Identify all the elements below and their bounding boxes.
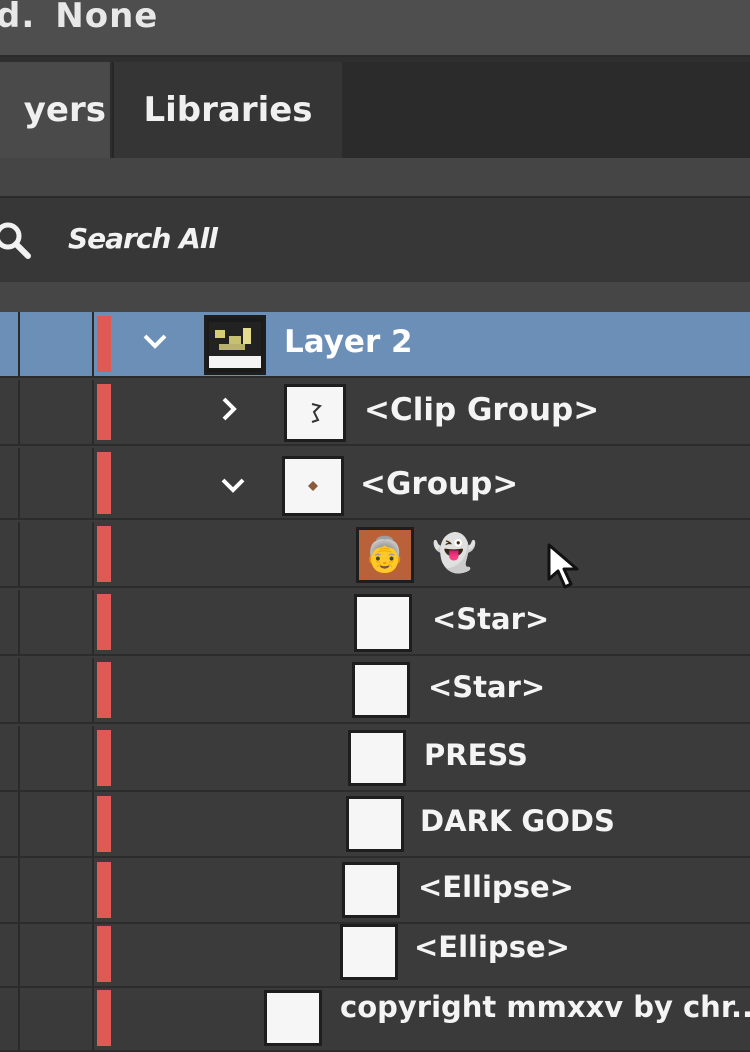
layer-thumbnail — [352, 662, 410, 718]
visibility-toggle[interactable] — [0, 448, 20, 518]
visibility-toggle[interactable] — [0, 590, 20, 654]
diamond-icon — [308, 481, 318, 491]
visibility-toggle[interactable] — [0, 792, 20, 856]
layer-color-bar — [97, 384, 111, 440]
lock-toggle[interactable] — [22, 658, 94, 722]
lock-toggle[interactable] — [22, 792, 94, 856]
visibility-toggle[interactable] — [0, 312, 20, 376]
layer-thumbnail — [282, 456, 344, 516]
layer-thumbnail — [340, 924, 398, 980]
header-row — [0, 282, 750, 312]
lock-toggle[interactable] — [22, 590, 94, 654]
layer-row[interactable]: <Clip Group> — [0, 380, 750, 446]
chevron-down-icon[interactable] — [218, 470, 248, 500]
layer-thumbnail — [346, 796, 404, 852]
emoji-thumbnail: 👵 — [356, 527, 414, 583]
layer-name[interactable]: Layer 2 — [284, 324, 413, 360]
lock-toggle[interactable] — [22, 380, 94, 444]
layer-color-bar — [97, 662, 111, 718]
old-woman-emoji-icon: 👵 — [363, 535, 407, 575]
layer-name[interactable]: DARK GODS — [420, 804, 615, 838]
layer-row[interactable]: 👵 👻 — [0, 522, 750, 588]
visibility-toggle[interactable] — [0, 658, 20, 722]
tab-libraries[interactable]: Libraries — [112, 62, 344, 158]
layer-name[interactable]: <Star> — [432, 602, 549, 636]
lock-toggle[interactable] — [22, 726, 94, 790]
layer-color-bar — [97, 862, 111, 918]
lock-toggle[interactable] — [22, 522, 94, 586]
toolbar-value[interactable]: d. None — [0, 0, 158, 36]
toolbar-top: d. None — [0, 0, 750, 57]
visibility-toggle[interactable] — [0, 986, 20, 1050]
layer-color-bar — [97, 926, 111, 982]
layer-row[interactable]: PRESS — [0, 726, 750, 792]
layer-thumbnail — [348, 730, 406, 786]
lock-toggle[interactable] — [22, 312, 94, 376]
visibility-toggle[interactable] — [0, 380, 20, 444]
layer-color-bar — [97, 730, 111, 786]
layer-thumbnail — [204, 315, 266, 375]
layer-color-bar — [97, 594, 111, 650]
layer-name[interactable]: <Group> — [360, 466, 518, 502]
search-bar[interactable]: Search All — [0, 196, 750, 284]
lock-toggle[interactable] — [22, 858, 94, 922]
layer-row[interactable]: <Ellipse> — [0, 858, 750, 924]
mouse-cursor-icon — [547, 543, 579, 589]
layer-row[interactable]: DARK GODS — [0, 792, 750, 858]
tabbar-empty — [342, 62, 750, 158]
layer-row[interactable]: copyright mmxxv by chr... — [0, 986, 750, 1052]
layer-name[interactable]: <Star> — [428, 670, 545, 704]
art-preview-icon — [209, 322, 261, 368]
layer-row[interactable]: <Group> — [0, 448, 750, 520]
layer-color-bar — [97, 316, 111, 372]
visibility-toggle[interactable] — [0, 522, 20, 586]
layer-name[interactable]: <Ellipse> — [418, 870, 574, 904]
layer-row[interactable]: <Ellipse> — [0, 922, 750, 988]
layer-name[interactable]: <Clip Group> — [364, 392, 599, 428]
layers-list: Layer 2 <Clip Group> <Group> 👵 👻 <Star> … — [0, 312, 750, 1052]
layer-thumbnail — [264, 990, 322, 1046]
tab-layers[interactable]: yers — [0, 62, 110, 158]
layer-thumbnail — [284, 384, 346, 442]
layer-color-bar — [97, 452, 111, 514]
layer-row[interactable]: Layer 2 — [0, 312, 750, 378]
visibility-toggle[interactable] — [0, 858, 20, 922]
layer-row[interactable]: <Star> — [0, 590, 750, 656]
toolbar-prefix: d. — [0, 0, 36, 36]
visibility-toggle[interactable] — [0, 922, 20, 986]
layer-thumbnail — [354, 594, 412, 652]
layer-color-bar — [97, 526, 111, 582]
layer-color-bar — [97, 990, 111, 1046]
toolbar-value-text: None — [55, 0, 159, 36]
layer-name[interactable]: PRESS — [424, 738, 528, 772]
layer-thumbnail — [342, 862, 400, 918]
ghost-emoji-icon: 👻 — [432, 533, 477, 574]
lock-toggle[interactable] — [22, 922, 94, 986]
layer-name[interactable]: copyright mmxxv by chr... — [340, 990, 750, 1024]
search-input[interactable]: Search All — [68, 222, 218, 255]
chevron-down-icon[interactable] — [140, 326, 170, 356]
panel-gap — [0, 158, 750, 196]
lock-toggle[interactable] — [22, 986, 94, 1050]
layer-row[interactable]: <Star> — [0, 658, 750, 724]
search-icon — [0, 222, 31, 259]
lock-toggle[interactable] — [22, 448, 94, 518]
squiggle-icon — [311, 403, 322, 423]
layer-color-bar — [97, 796, 111, 852]
chevron-right-icon[interactable] — [214, 394, 244, 424]
visibility-toggle[interactable] — [0, 726, 20, 790]
layer-name[interactable]: <Ellipse> — [414, 930, 570, 964]
